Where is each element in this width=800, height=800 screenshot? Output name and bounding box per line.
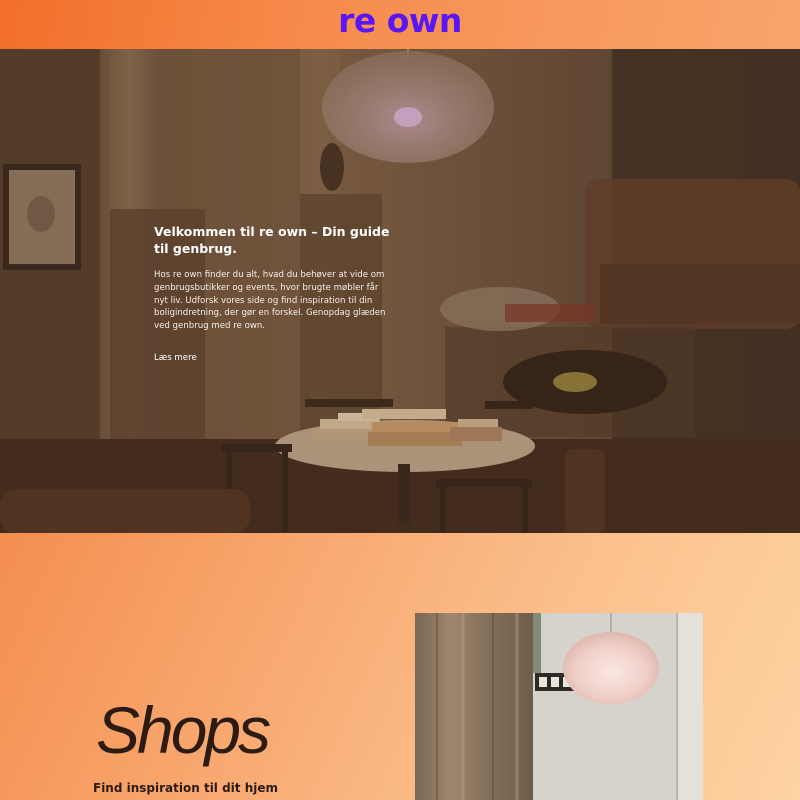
top-header: re own <box>0 0 800 49</box>
read-more-link[interactable]: Læs mere <box>154 353 197 363</box>
shops-room-illustration <box>415 613 703 800</box>
hero-content: Velkommen til re own – Din guide til gen… <box>154 223 394 365</box>
page: re own Velkommen til re own – Din guide … <box>0 0 800 800</box>
shops-image <box>415 613 703 800</box>
shops-heading: Shops <box>96 693 271 767</box>
shops-subtitle: Find inspiration til dit hjem <box>93 781 279 795</box>
hero-section: Velkommen til re own – Din guide til gen… <box>0 49 800 533</box>
hero-title: Velkommen til re own – Din guide til gen… <box>154 224 390 256</box>
hero-description: Hos re own finder du alt, hvad du behøve… <box>154 270 386 332</box>
hero-overlay <box>0 49 800 533</box>
site-logo[interactable]: re own <box>0 1 800 41</box>
